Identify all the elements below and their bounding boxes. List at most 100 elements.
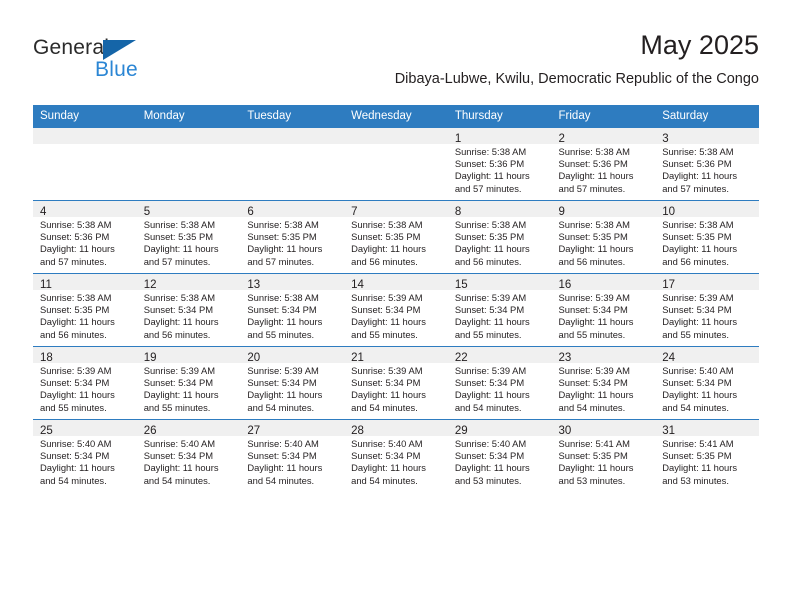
- daylight-text-line1: Daylight: 11 hours: [40, 243, 115, 255]
- calendar-day-cell[interactable]: 15 Sunrise: 5:39 AM Sunset: 5:34 PM Dayligh…: [447, 273, 552, 347]
- calendar-day-cell[interactable]: 26 Sunrise: 5:40 AM Sunset: 5:34 PM Dayligh…: [136, 419, 241, 492]
- calendar-day-cell[interactable]: 16 Sunrise: 5:39 AM Sunset: 5:34 PM Dayligh…: [551, 273, 656, 347]
- sunrise-text: Sunrise: 5:41 AM: [662, 438, 734, 449]
- calendar-day-cell[interactable]: 31 Sunrise: 5:41 AM Sunset: 5:35 PM Dayligh…: [655, 419, 759, 492]
- day-number: 3: [662, 133, 669, 145]
- sunrise-text: Sunrise: 5:38 AM: [247, 292, 319, 303]
- daylight-text-line2: and 56 minutes.: [558, 255, 626, 267]
- day-cell-details: Sunrise: 5:39 AM Sunset: 5:34 PM Daylight:…: [552, 290, 656, 341]
- sunset-text: Sunset: 5:36 PM: [662, 158, 732, 170]
- day-cell-details: Sunrise: 5:40 AM Sunset: 5:34 PM Daylight:…: [655, 363, 759, 414]
- sunset-text: Sunset: 5:34 PM: [247, 377, 317, 389]
- day-number-strip: 2: [551, 128, 656, 145]
- sunrise-text: Sunrise: 5:38 AM: [454, 146, 527, 157]
- calendar-day-cell-empty: [136, 127, 241, 201]
- day-number: 19: [143, 352, 157, 364]
- day-cell-inner: 10 Sunrise: 5:38 AM Sunset: 5:35 PM Dayligh…: [655, 201, 759, 273]
- day-cell-details: Sunrise: 5:38 AM Sunset: 5:35 PM Daylight:…: [344, 217, 448, 268]
- sunrise-text: Sunrise: 5:38 AM: [40, 292, 112, 303]
- calendar-day-cell[interactable]: 10 Sunrise: 5:38 AM Sunset: 5:35 PM Dayligh…: [655, 200, 759, 274]
- day-cell-inner: 17 Sunrise: 5:39 AM Sunset: 5:34 PM Dayligh…: [655, 274, 759, 346]
- sunset-text: Sunset: 5:34 PM: [351, 377, 421, 389]
- daylight-text-line2: and 53 minutes.: [662, 474, 729, 486]
- calendar-day-cell[interactable]: 25 Sunrise: 5:40 AM Sunset: 5:34 PM Dayligh…: [33, 419, 137, 492]
- day-number-strip: 23: [551, 347, 656, 364]
- day-number-strip: 26: [136, 420, 241, 437]
- day-number-strip: 19: [136, 347, 241, 364]
- calendar-day-cell[interactable]: 13 Sunrise: 5:38 AM Sunset: 5:34 PM Dayligh…: [240, 273, 345, 347]
- day-number-strip: 6: [240, 201, 345, 218]
- sunrise-text: Sunrise: 5:38 AM: [558, 146, 630, 157]
- calendar-day-cell[interactable]: 23 Sunrise: 5:39 AM Sunset: 5:34 PM Dayligh…: [551, 346, 656, 420]
- day-number-strip: 22: [447, 347, 552, 364]
- daylight-text-line1: Daylight: 11 hours: [247, 243, 323, 255]
- calendar-day-cell[interactable]: 22 Sunrise: 5:39 AM Sunset: 5:34 PM Dayligh…: [447, 346, 552, 420]
- daylight-text-line2: and 56 minutes.: [454, 255, 522, 267]
- day-number: 30: [558, 425, 572, 437]
- sunset-text: Sunset: 5:35 PM: [662, 231, 732, 243]
- calendar-day-cell[interactable]: 27 Sunrise: 5:40 AM Sunset: 5:34 PM Dayligh…: [240, 419, 345, 492]
- calendar-day-cell[interactable]: 14 Sunrise: 5:39 AM Sunset: 5:34 PM Dayligh…: [344, 273, 448, 347]
- calendar-day-cell[interactable]: 29 Sunrise: 5:40 AM Sunset: 5:34 PM Dayligh…: [447, 419, 552, 492]
- day-cell-inner: 28 Sunrise: 5:40 AM Sunset: 5:34 PM Dayligh…: [344, 420, 448, 492]
- day-number: 12: [143, 279, 157, 291]
- general-blue-logo[interactable]: General Blue: [33, 36, 253, 92]
- daylight-text-line1: Daylight: 11 hours: [247, 316, 323, 328]
- day-number: 27: [247, 425, 261, 437]
- day-cell-details: Sunrise: 5:39 AM Sunset: 5:34 PM Daylight:…: [33, 363, 137, 414]
- sunset-text: Sunset: 5:34 PM: [454, 450, 525, 462]
- day-cell-details: Sunrise: 5:38 AM Sunset: 5:36 PM Daylight:…: [552, 144, 656, 195]
- daylight-text-line1: Daylight: 11 hours: [558, 389, 634, 401]
- calendar-day-cell[interactable]: 3 Sunrise: 5:38 AM Sunset: 5:36 PM Daylight…: [655, 127, 759, 201]
- calendar-day-cell[interactable]: 19 Sunrise: 5:39 AM Sunset: 5:34 PM Dayligh…: [136, 346, 241, 420]
- calendar-day-cell[interactable]: 24 Sunrise: 5:40 AM Sunset: 5:34 PM Dayligh…: [655, 346, 759, 420]
- calendar-day-cell[interactable]: 2 Sunrise: 5:38 AM Sunset: 5:36 PM Daylight…: [551, 127, 656, 201]
- day-cell-inner: 3 Sunrise: 5:38 AM Sunset: 5:36 PM Daylight…: [655, 128, 759, 200]
- daylight-text-line1: Daylight: 11 hours: [143, 243, 219, 255]
- day-number-strip: 16: [551, 274, 656, 291]
- sunset-text: Sunset: 5:34 PM: [558, 377, 628, 389]
- daylight-text-line1: Daylight: 11 hours: [662, 243, 738, 255]
- sunrise-text: Sunrise: 5:40 AM: [662, 365, 734, 376]
- calendar-day-cell[interactable]: 5 Sunrise: 5:38 AM Sunset: 5:35 PM Daylight…: [136, 200, 241, 274]
- calendar-day-cell[interactable]: 17 Sunrise: 5:39 AM Sunset: 5:34 PM Dayligh…: [655, 273, 759, 347]
- calendar-day-cell[interactable]: 7 Sunrise: 5:38 AM Sunset: 5:35 PM Daylight…: [344, 200, 448, 274]
- calendar-day-cell[interactable]: 1 Sunrise: 5:38 AM Sunset: 5:36 PM Daylight…: [447, 127, 552, 201]
- sunset-text: Sunset: 5:35 PM: [351, 231, 421, 243]
- calendar-day-cell[interactable]: 28 Sunrise: 5:40 AM Sunset: 5:34 PM Dayligh…: [344, 419, 448, 492]
- sunrise-text: Sunrise: 5:38 AM: [143, 292, 216, 303]
- day-cell-details: Sunrise: 5:41 AM Sunset: 5:35 PM Daylight:…: [655, 436, 759, 487]
- sunrise-text: Sunrise: 5:39 AM: [558, 292, 630, 303]
- calendar-day-cell[interactable]: 20 Sunrise: 5:39 AM Sunset: 5:34 PM Dayligh…: [240, 346, 345, 420]
- sunrise-text: Sunrise: 5:40 AM: [351, 438, 423, 449]
- day-cell-details: Sunrise: 5:40 AM Sunset: 5:34 PM Daylight:…: [33, 436, 137, 487]
- day-number-strip: 8: [447, 201, 552, 218]
- calendar-week-row: 11 Sunrise: 5:38 AM Sunset: 5:35 PM Dayligh…: [33, 273, 759, 347]
- daylight-text-line1: Daylight: 11 hours: [40, 316, 115, 328]
- sunset-text: Sunset: 5:36 PM: [558, 158, 628, 170]
- day-number: 31: [662, 425, 676, 437]
- calendar-week-row: 18 Sunrise: 5:39 AM Sunset: 5:34 PM Dayligh…: [33, 346, 759, 420]
- day-number-strip: [136, 128, 241, 144]
- day-cell-inner: [344, 128, 448, 200]
- calendar-day-cell[interactable]: 9 Sunrise: 5:38 AM Sunset: 5:35 PM Daylight…: [551, 200, 656, 274]
- daylight-text-line2: and 57 minutes.: [143, 255, 211, 267]
- day-number-strip: 25: [33, 420, 137, 437]
- sunset-text: Sunset: 5:35 PM: [662, 450, 732, 462]
- calendar-day-cell[interactable]: 12 Sunrise: 5:38 AM Sunset: 5:34 PM Dayligh…: [136, 273, 241, 347]
- daylight-text-line1: Daylight: 11 hours: [351, 243, 426, 255]
- day-number-strip: 31: [655, 420, 759, 437]
- calendar-day-cell[interactable]: 21 Sunrise: 5:39 AM Sunset: 5:34 PM Dayligh…: [344, 346, 448, 420]
- sunrise-text: Sunrise: 5:39 AM: [454, 365, 527, 376]
- calendar-day-cell[interactable]: 8 Sunrise: 5:38 AM Sunset: 5:35 PM Daylight…: [447, 200, 552, 274]
- calendar-day-cell[interactable]: 11 Sunrise: 5:38 AM Sunset: 5:35 PM Dayligh…: [33, 273, 137, 347]
- calendar-day-cell[interactable]: 6 Sunrise: 5:38 AM Sunset: 5:35 PM Daylight…: [240, 200, 345, 274]
- day-cell-details: Sunrise: 5:38 AM Sunset: 5:36 PM Daylight:…: [655, 144, 759, 195]
- day-cell-inner: 22 Sunrise: 5:39 AM Sunset: 5:34 PM Dayligh…: [447, 347, 552, 419]
- calendar-day-cell[interactable]: 4 Sunrise: 5:38 AM Sunset: 5:36 PM Daylight…: [33, 200, 137, 274]
- calendar-day-cell-empty: [33, 127, 137, 201]
- calendar-day-cell[interactable]: 18 Sunrise: 5:39 AM Sunset: 5:34 PM Dayligh…: [33, 346, 137, 420]
- daylight-text-line2: and 57 minutes.: [247, 255, 315, 267]
- day-number-strip: 29: [447, 420, 552, 437]
- calendar-day-cell[interactable]: 30 Sunrise: 5:41 AM Sunset: 5:35 PM Dayligh…: [551, 419, 656, 492]
